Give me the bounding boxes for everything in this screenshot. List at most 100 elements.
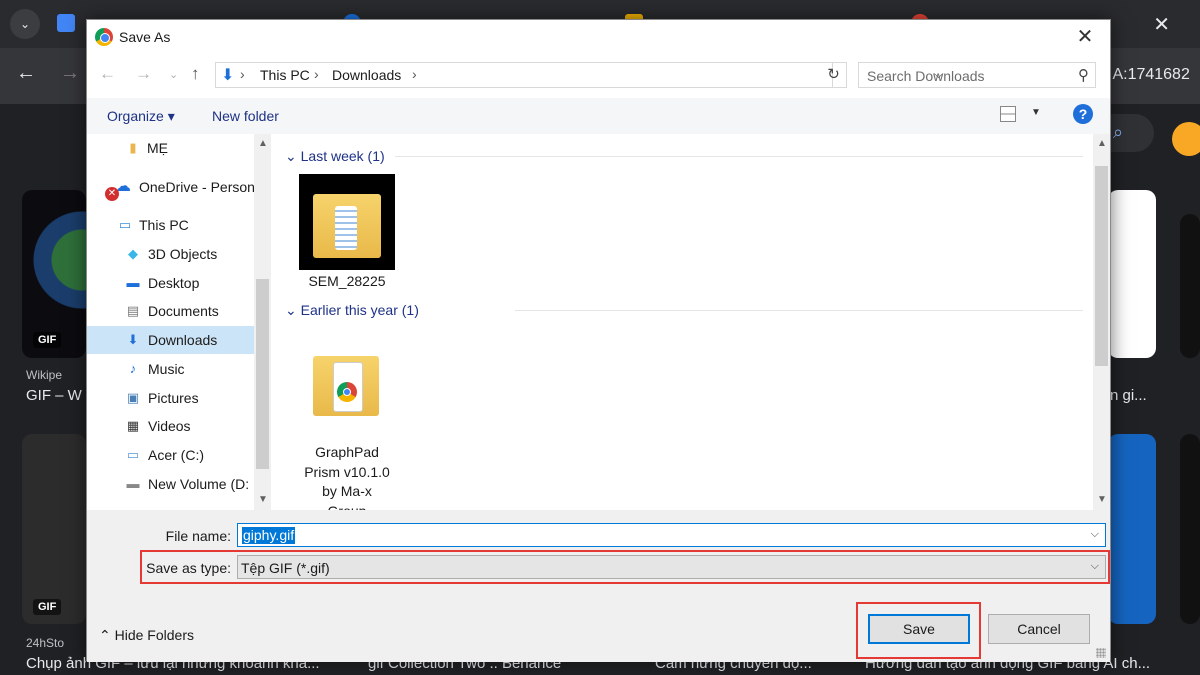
nav-item-acer-c[interactable]: ▭ Acer (C:) <box>87 441 254 469</box>
save-type-dropdown-icon[interactable]: ⌵ <box>1091 560 1099 573</box>
change-view-icon[interactable] <box>1000 106 1016 122</box>
save-button[interactable]: Save <box>868 614 970 644</box>
forward-arrow-icon[interactable]: → <box>135 64 152 84</box>
gif-badge: GIF <box>33 599 62 615</box>
tab-search-chevron-icon[interactable]: ⌄ <box>10 9 40 39</box>
scroll-down-icon[interactable]: ▼ <box>258 494 268 505</box>
picture-icon: ▣ <box>126 390 140 405</box>
downloads-location-icon: ⬇ <box>221 67 235 84</box>
navigation-scrollbar[interactable]: ▲ ▼ <box>254 134 271 510</box>
save-options-panel: File name: giphy.gif ⌵ Save as type: Tệp… <box>87 510 1110 662</box>
scroll-down-icon[interactable]: ▼ <box>1097 494 1107 505</box>
file-name-label: SEM_28225 <box>308 273 386 289</box>
scroll-up-icon[interactable]: ▲ <box>1097 138 1107 149</box>
nav-item-desktop[interactable]: ▬ Desktop <box>87 269 254 297</box>
address-bar[interactable]: ⬇ › This PC › Downloads › ⌵ <box>215 62 943 88</box>
breadcrumb-this-pc[interactable]: This PC <box>260 67 310 83</box>
nav-item-new-volume-d[interactable]: ▬ New Volume (D: <box>87 470 254 498</box>
file-name-line: GraphPad <box>315 444 379 460</box>
save-as-dialog: Save As ✕ ← → ⌄ ↑ ⬇ › This PC › Download… <box>86 19 1111 662</box>
nav-item-me-folder[interactable]: ▮ MẸ <box>87 134 254 162</box>
result-source: 24hSto <box>26 636 65 650</box>
gif-badge: GIF <box>33 332 62 348</box>
nav-item-label: New Volume (D: <box>148 476 250 492</box>
scrollbar-thumb[interactable] <box>1095 166 1108 366</box>
group-divider <box>515 310 1083 311</box>
group-header-label: Last week (1) <box>300 148 385 164</box>
result-title[interactable]: n gi... <box>1110 387 1147 404</box>
nav-item-label: Acer (C:) <box>148 447 204 463</box>
file-name-input[interactable]: giphy.gif ⌵ <box>237 523 1106 547</box>
chevron-right-icon[interactable]: › <box>412 66 417 82</box>
help-icon[interactable]: ? <box>1073 104 1093 124</box>
collapse-chevron-icon: ⌄ <box>285 148 297 164</box>
result-image[interactable] <box>1108 190 1156 358</box>
nav-item-label: Downloads <box>148 332 218 348</box>
file-list-scrollbar[interactable]: ▲ ▼ <box>1093 134 1110 510</box>
group-header-earlier-this-year[interactable]: ⌄ Earlier this year (1) <box>285 302 419 319</box>
browser-back-icon[interactable]: ← <box>16 62 36 85</box>
avatar[interactable] <box>1172 122 1200 156</box>
address-bar-text[interactable]: yIA:1741682 <box>1100 66 1190 84</box>
chevron-right-icon[interactable]: › <box>240 66 245 82</box>
nav-item-this-pc[interactable]: ▭ This PC <box>87 211 254 239</box>
refresh-icon: ↻ <box>827 66 840 83</box>
back-arrow-icon[interactable]: ← <box>99 64 116 84</box>
browser-forward-icon[interactable]: → <box>60 62 80 85</box>
result-image[interactable] <box>1180 434 1200 624</box>
search-downloads-input[interactable]: Search Downloads ⚲ <box>858 62 1096 88</box>
group-header-label: Earlier this year (1) <box>300 302 419 318</box>
docs-favicon-icon[interactable] <box>57 14 75 32</box>
download-icon: ⬇ <box>127 332 139 347</box>
refresh-button[interactable]: ↻ <box>821 62 847 88</box>
hide-folders-button[interactable]: ⌃ Hide Folders <box>99 627 194 644</box>
up-arrow-icon[interactable]: ↑ <box>191 64 200 84</box>
save-as-type-value: Tệp GIF (*.gif) <box>241 560 330 576</box>
chrome-icon <box>95 28 113 46</box>
drive-icon: ▭ <box>126 447 140 462</box>
scrollbar-thumb[interactable] <box>256 279 269 469</box>
hide-folders-label: Hide Folders <box>114 627 194 643</box>
file-list-pane: ⌄ Last week (1) SEM_28225 ⌄ Earlier this… <box>275 134 1093 510</box>
file-name-line: Prism v10.1.0 <box>304 463 390 480</box>
chrome-badge-center <box>343 388 351 396</box>
nav-item-onedrive[interactable]: ☁ ✕ OneDrive - Person <box>87 173 254 201</box>
desktop-icon: ▬ <box>126 275 140 290</box>
document-icon: ▤ <box>126 303 140 318</box>
chevron-right-icon[interactable]: › <box>314 66 319 82</box>
nav-item-3d-objects[interactable]: ◆ 3D Objects <box>87 240 254 268</box>
computer-icon: ▭ <box>118 217 132 232</box>
nav-item-label: 3D Objects <box>148 246 218 262</box>
tab-close-icon[interactable]: ✕ <box>1153 12 1170 37</box>
result-image[interactable] <box>1108 434 1156 624</box>
group-header-last-week[interactable]: ⌄ Last week (1) <box>285 148 385 165</box>
save-as-type-select[interactable]: Tệp GIF (*.gif) ⌵ <box>237 555 1106 579</box>
address-row: ← → ⌄ ↑ ⬇ › This PC › Downloads › ⌵ ↻ Se… <box>87 58 1110 92</box>
nav-item-label: This PC <box>139 217 189 233</box>
cancel-button[interactable]: Cancel <box>988 614 1090 644</box>
file-name-dropdown-icon[interactable]: ⌵ <box>1091 528 1099 541</box>
nav-item-videos[interactable]: ▦ Videos <box>87 412 254 440</box>
nav-item-label: Desktop <box>148 275 200 291</box>
view-options-chevron-icon[interactable]: ▼ <box>1031 107 1041 118</box>
new-folder-button[interactable]: New folder <box>212 108 279 124</box>
result-image[interactable] <box>22 434 86 624</box>
nav-item-documents[interactable]: ▤ Documents <box>87 297 254 325</box>
organize-menu[interactable]: Organize ▾ <box>107 108 175 125</box>
resize-grip-icon[interactable] <box>1096 648 1106 658</box>
close-button[interactable]: ✕ <box>1072 24 1098 50</box>
recent-locations-chevron-icon[interactable]: ⌄ <box>169 68 178 81</box>
scroll-up-icon[interactable]: ▲ <box>258 138 268 149</box>
result-image[interactable] <box>1180 214 1200 358</box>
nav-item-music[interactable]: ♪ Music <box>87 355 254 383</box>
chevron-up-icon: ⌃ <box>99 627 111 643</box>
collapse-chevron-icon: ⌄ <box>285 302 297 318</box>
breadcrumb-downloads[interactable]: Downloads <box>332 67 401 83</box>
nav-item-downloads[interactable]: ⬇ Downloads <box>87 326 254 354</box>
nav-item-pictures[interactable]: ▣ Pictures <box>87 384 254 412</box>
dialog-title-bar[interactable]: Save As ✕ <box>87 20 1110 54</box>
nav-item-label: Pictures <box>148 390 199 406</box>
file-name-line: Group <box>287 502 407 511</box>
nav-item-label: Videos <box>148 418 191 434</box>
result-title[interactable]: GIF – W <box>26 387 82 404</box>
